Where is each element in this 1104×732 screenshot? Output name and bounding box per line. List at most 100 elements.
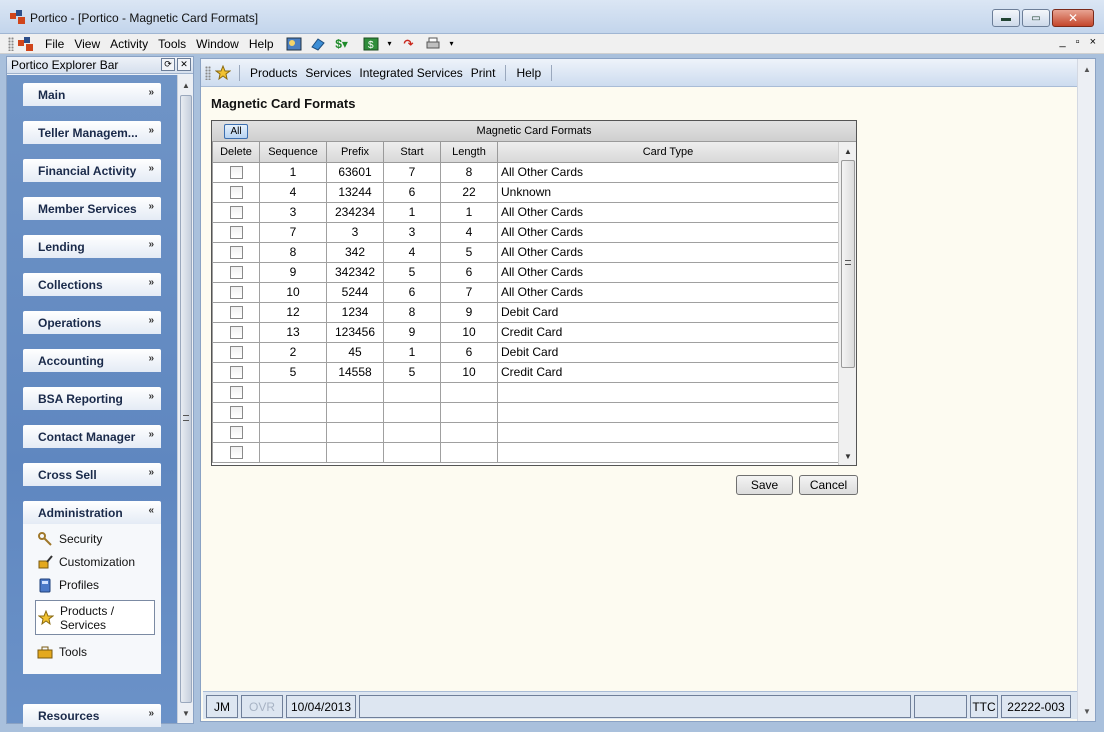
cancel-button[interactable]: Cancel [799, 475, 858, 495]
admin-item-products-services[interactable]: Products / Services [35, 600, 155, 635]
main-scrollbar[interactable]: ▲ ▼ [1077, 59, 1095, 721]
cell-length[interactable]: 5 [440, 241, 498, 263]
explorer-pin-icon[interactable]: ⟳ [161, 58, 175, 71]
cell-length[interactable]: 10 [440, 321, 498, 343]
group-contact-manager[interactable]: Contact Manager » [23, 425, 161, 448]
delete-checkbox[interactable] [229, 346, 243, 360]
admin-item-security[interactable]: Security [37, 531, 102, 547]
cell-start[interactable]: 9 [383, 321, 441, 343]
menu-tools[interactable]: Tools [153, 37, 191, 51]
cell-start[interactable]: 7 [383, 161, 441, 183]
cell-start[interactable] [383, 381, 441, 403]
delete-checkbox[interactable] [229, 306, 243, 320]
cell-sequence[interactable] [259, 421, 327, 443]
table-row[interactable]: 3 234234 1 1 All Other Cards [212, 201, 839, 223]
table-row[interactable]: 1 63601 7 8 All Other Cards [212, 161, 839, 183]
admin-item-profiles[interactable]: Profiles [37, 577, 99, 593]
mdi-restore-button[interactable]: ▫ [1076, 36, 1080, 48]
table-row[interactable] [212, 421, 839, 443]
menu-view[interactable]: View [69, 37, 105, 51]
printer-dropdown-icon[interactable]: ▾ [448, 36, 456, 52]
cell-prefix[interactable] [326, 441, 384, 463]
group-financial-activity[interactable]: Financial Activity » [23, 159, 161, 182]
cell-sequence[interactable] [259, 401, 327, 423]
delete-checkbox[interactable] [229, 226, 243, 240]
explorer-scrollbar[interactable]: ▲ ▼ [177, 75, 193, 723]
cell-length[interactable]: 8 [440, 161, 498, 183]
group-operations[interactable]: Operations » [23, 311, 161, 334]
table-row[interactable] [212, 441, 839, 463]
cell-length[interactable]: 10 [440, 361, 498, 383]
cell-prefix[interactable]: 63601 [326, 161, 384, 183]
delete-checkbox[interactable] [229, 386, 243, 400]
group-bsa-reporting[interactable]: BSA Reporting » [23, 387, 161, 410]
delete-checkbox[interactable] [229, 186, 243, 200]
cell-sequence[interactable]: 12 [259, 301, 327, 323]
menu-window[interactable]: Window [191, 37, 244, 51]
chevron-down-icon[interactable]: » [148, 125, 154, 136]
column-header-delete[interactable]: Delete [212, 142, 260, 163]
explorer-close-icon[interactable]: ✕ [177, 58, 191, 71]
cell-prefix[interactable] [326, 381, 384, 403]
table-row[interactable]: 2 45 1 6 Debit Card [212, 341, 839, 363]
cell-length[interactable] [440, 401, 498, 423]
cell-prefix[interactable]: 3 [326, 221, 384, 243]
cell-card-type[interactable]: All Other Cards [497, 221, 839, 243]
close-button[interactable]: ✕ [1052, 9, 1094, 27]
member-lookup-icon[interactable] [285, 36, 303, 52]
cell-prefix[interactable]: 45 [326, 341, 384, 363]
table-row[interactable] [212, 401, 839, 423]
cell-start[interactable]: 1 [383, 341, 441, 363]
cell-start[interactable] [383, 421, 441, 443]
dollar-icon[interactable]: $▾ [333, 36, 351, 52]
cell-start[interactable]: 3 [383, 221, 441, 243]
teller-icon[interactable] [309, 36, 327, 52]
cell-start[interactable]: 5 [383, 361, 441, 383]
cell-length[interactable]: 9 [440, 301, 498, 323]
group-teller-management[interactable]: Teller Managem... » [23, 121, 161, 144]
table-row[interactable]: 10 5244 6 7 All Other Cards [212, 281, 839, 303]
delete-checkbox[interactable] [229, 366, 243, 380]
chevron-down-icon[interactable]: » [148, 315, 154, 326]
admin-item-tools[interactable]: Tools [37, 644, 87, 660]
table-row[interactable]: 7 3 3 4 All Other Cards [212, 221, 839, 243]
cell-card-type[interactable] [497, 421, 839, 443]
chevron-down-icon[interactable]: » [148, 353, 154, 364]
menu-help[interactable]: Help [244, 37, 279, 51]
delete-checkbox[interactable] [229, 426, 243, 440]
table-row[interactable]: 4 13244 6 22 Unknown [212, 181, 839, 203]
cell-start[interactable]: 5 [383, 261, 441, 283]
cell-prefix[interactable]: 342 [326, 241, 384, 263]
maximize-button[interactable]: ▭ [1022, 9, 1050, 27]
cell-start[interactable]: 8 [383, 301, 441, 323]
cell-sequence[interactable]: 13 [259, 321, 327, 343]
menu-file[interactable]: File [40, 37, 69, 51]
cell-card-type[interactable]: All Other Cards [497, 241, 839, 263]
cell-prefix[interactable]: 5244 [326, 281, 384, 303]
chevron-down-icon[interactable]: » [148, 239, 154, 250]
chevron-down-icon[interactable]: » [148, 391, 154, 402]
admin-item-customization[interactable]: Customization [37, 554, 135, 570]
save-button[interactable]: Save [736, 475, 793, 495]
table-row[interactable]: 9 342342 5 6 All Other Cards [212, 261, 839, 283]
toolbar-services[interactable]: Services [301, 66, 355, 80]
menu-activity[interactable]: Activity [105, 37, 153, 51]
delete-checkbox[interactable] [229, 406, 243, 420]
cell-sequence[interactable]: 5 [259, 361, 327, 383]
column-header-sequence[interactable]: Sequence [259, 142, 327, 163]
cell-prefix[interactable] [326, 401, 384, 423]
cell-sequence[interactable]: 2 [259, 341, 327, 363]
cash-icon[interactable]: $ [362, 36, 380, 52]
delete-checkbox[interactable] [229, 266, 243, 280]
cell-length[interactable] [440, 381, 498, 403]
group-member-services[interactable]: Member Services » [23, 197, 161, 220]
mdi-minimize-button[interactable]: _ [1060, 36, 1066, 48]
cell-card-type[interactable]: Debit Card [497, 301, 839, 323]
cell-length[interactable] [440, 441, 498, 463]
cell-sequence[interactable]: 8 [259, 241, 327, 263]
delete-checkbox[interactable] [229, 246, 243, 260]
chevron-up-icon[interactable]: « [148, 505, 154, 516]
cell-card-type[interactable] [497, 381, 839, 403]
cell-sequence[interactable]: 1 [259, 161, 327, 183]
scroll-down-icon[interactable]: ▼ [178, 705, 194, 721]
